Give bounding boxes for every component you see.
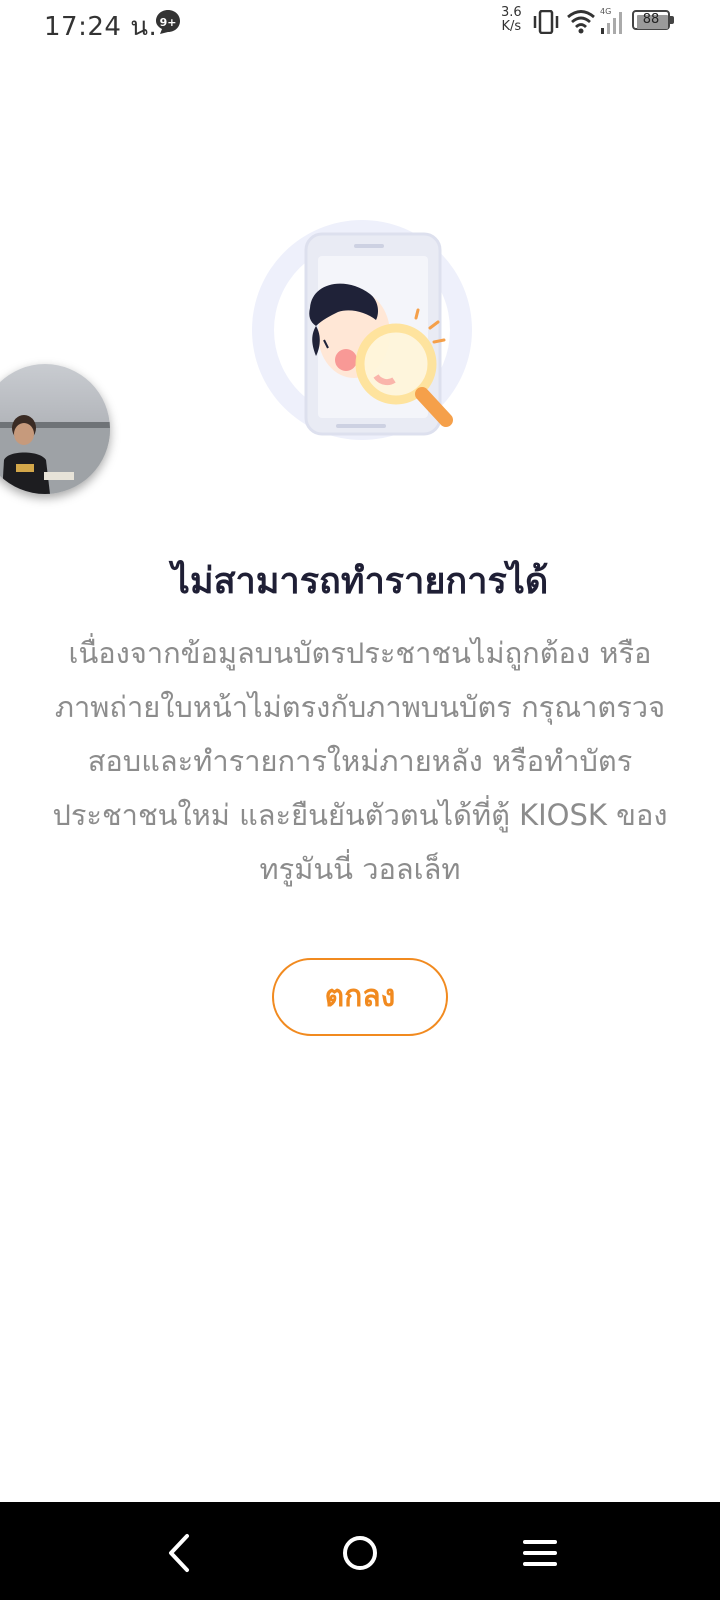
notification-count: 9+ [160,16,177,29]
network-speed-value: 3.6 [501,5,522,20]
error-message: เนื่องจากข้อมูลบนบัตรประชาชนไม่ถูกต้อง ห… [52,636,668,886]
status-time: 17:24 น. [44,12,158,42]
network-speed: 3.6 K/s [501,6,522,34]
status-bar: 17:24 น. 9+ 3.6 K/s 4G 88 [0,0,720,46]
floating-avatar-bubble[interactable] [0,364,110,494]
face-verification-illustration [252,220,472,440]
confirm-button[interactable]: ตกลง [272,958,448,1036]
wifi-icon [567,10,595,34]
message-notification-icon: 9+ [156,10,180,34]
cell-signal-icon: 4G [600,7,622,34]
network-speed-unit: K/s [501,19,522,34]
menu-lines-icon[interactable] [515,1528,565,1578]
home-circle-icon[interactable] [335,1528,385,1578]
error-title: ไม่สามารถทำรายการได้ [171,561,549,602]
navigation-bar [0,1502,720,1600]
battery-icon: 88 [632,10,676,32]
vibrate-icon [533,10,559,34]
avatar-photo [0,364,110,494]
back-chevron-icon[interactable] [155,1528,205,1578]
network-type: 4G [600,7,611,16]
battery-level: 88 [642,12,660,27]
